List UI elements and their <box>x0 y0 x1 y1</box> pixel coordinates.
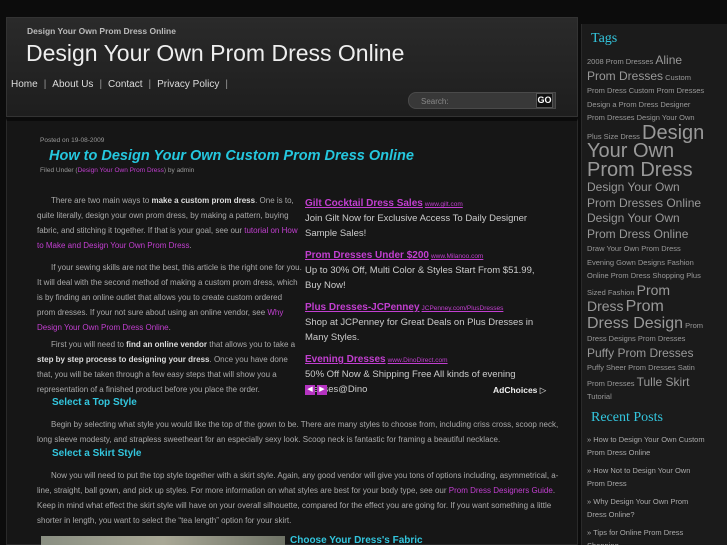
nav-separator: | <box>99 79 103 90</box>
filed-under-label: Filed Under ( <box>40 167 78 174</box>
search-go-button[interactable]: GO <box>536 93 553 108</box>
recent-posts-list: How to Design Your Own Custom Prom Dress… <box>587 433 707 545</box>
search-box <box>408 92 556 109</box>
tag-link[interactable]: Design Your Own Prom Dresses Online <box>587 180 701 210</box>
nav-separator: | <box>225 79 228 90</box>
ad-title[interactable]: Gilt Cocktail Dress Sales <box>305 198 423 209</box>
ad-pager: ◀ ▶ <box>305 385 327 395</box>
adchoices-link[interactable]: AdChoices ▷ <box>493 385 546 396</box>
ad-block: Gilt Cocktail Dress Sales www.gilt.com Jo… <box>305 193 545 401</box>
recent-posts-heading: Recent Posts <box>591 410 663 425</box>
nav-separator: | <box>148 79 152 90</box>
ad-title[interactable]: Plus Dresses-JCPenney <box>305 302 420 313</box>
site-tagline: Design Your Own Prom Dress Online <box>27 26 176 36</box>
tag-link[interactable]: Design Your Own Prom Dress Online <box>587 211 688 241</box>
ad-description: Shop at JCPenney for Great Deals on Plus… <box>305 317 534 343</box>
tag-link[interactable]: Custom Prom Dresses <box>629 86 704 95</box>
tag-link[interactable]: Prom Dresses <box>638 334 686 343</box>
tag-cloud: 2008 Prom Dresses Aline Prom Dresses Cus… <box>587 53 707 404</box>
tag-link[interactable]: Puffy Sheer Prom Dresses <box>587 363 676 372</box>
ad-url[interactable]: JCPenney.com/PlusDresses <box>422 305 504 312</box>
post-author: ) by admin <box>163 167 195 174</box>
ad-item[interactable]: Gilt Cocktail Dress Sales www.gilt.com Jo… <box>305 193 545 241</box>
recent-post-item: Tips for Online Prom Dress Shopping <box>587 526 707 545</box>
tag-link[interactable]: Puffy Prom Dresses <box>587 346 693 360</box>
main-nav: Home | About Us | Contact | Privacy Poli… <box>11 79 234 90</box>
section-heading-fabric: Choose Your Dress's Fabric <box>290 535 423 545</box>
recent-post-item: How to Design Your Own Custom Prom Dress… <box>587 433 707 459</box>
tags-heading: Tags <box>591 31 618 46</box>
nav-home[interactable]: Home <box>11 79 38 90</box>
main-content: Posted on 19-08-2009 How to Design Your … <box>6 118 578 545</box>
nav-privacy-policy[interactable]: Privacy Policy <box>157 79 219 90</box>
ad-title[interactable]: Prom Dresses Under $200 <box>305 250 429 261</box>
ad-url[interactable]: www.DinoDirect.com <box>388 357 448 364</box>
post-paragraph: If your sewing skills are not the best, … <box>37 263 302 332</box>
recent-post-link[interactable]: Tips for Online Prom Dress Shopping <box>587 528 683 545</box>
ad-prev-icon[interactable]: ◀ <box>305 385 315 395</box>
post-category-link[interactable]: Design Your Own Prom Dress <box>78 167 164 174</box>
recent-post-item: How Not to Design Your Own Prom Dress <box>587 464 707 490</box>
post-title[interactable]: How to Design Your Own Custom Prom Dress… <box>49 148 414 164</box>
tag-link[interactable]: Design Your Own Prom Dress <box>587 122 704 181</box>
ad-title[interactable]: Evening Dresses <box>305 354 386 365</box>
post-paragraph: There are two main ways to make a custom… <box>37 196 298 250</box>
nav-about-us[interactable]: About Us <box>52 79 93 90</box>
post-paragraph: Now you will need to put the top style t… <box>37 471 559 525</box>
tag-link[interactable]: Design a Prom Dress <box>587 100 658 109</box>
site-header: Design Your Own Prom Dress Online Design… <box>6 17 578 117</box>
post-paragraph: Begin by selecting what style you would … <box>37 420 559 444</box>
tag-link[interactable]: Draw Your Own Prom Dress <box>587 244 681 253</box>
recent-post-item: Why Design Your Own Prom Dress Online? <box>587 495 707 521</box>
ad-item[interactable]: Plus Dresses-JCPenney JCPenney.com/PlusDr… <box>305 297 545 345</box>
sidebar: Tags 2008 Prom Dresses Aline Prom Dresse… <box>581 24 727 545</box>
tag-link[interactable]: Tutorial <box>587 392 612 401</box>
section-heading-skirt-style: Select a Skirt Style <box>52 448 142 459</box>
search-input[interactable] <box>421 95 531 107</box>
post-image <box>41 536 285 545</box>
ad-description: Join Gilt Now for Exclusive Access To Da… <box>305 213 528 239</box>
designers-guide-link[interactable]: Prom Dress Designers Guide <box>449 486 553 495</box>
ad-description: Up to 30% Off, Multi Color & Styles Star… <box>305 265 535 291</box>
nav-separator: | <box>43 79 47 90</box>
tag-link[interactable]: Evening Gown Designs <box>587 258 665 267</box>
section-heading-top-style: Select a Top Style <box>52 397 137 408</box>
post-date: Posted on 19-08-2009 <box>40 137 105 144</box>
tag-link[interactable]: 2008 Prom Dresses <box>587 57 653 66</box>
recent-post-link[interactable]: Why Design Your Own Prom Dress Online? <box>587 497 688 519</box>
nav-contact[interactable]: Contact <box>108 79 142 90</box>
ad-item[interactable]: Prom Dresses Under $200 www.Milanoo.com U… <box>305 245 545 293</box>
ad-url[interactable]: www.Milanoo.com <box>431 253 483 260</box>
ad-next-icon[interactable]: ▶ <box>317 385 327 395</box>
recent-post-link[interactable]: How to Design Your Own Custom Prom Dress… <box>587 435 705 457</box>
post-paragraph: First you will need to find an online ve… <box>37 340 296 394</box>
site-title[interactable]: Design Your Own Prom Dress Online <box>26 40 404 67</box>
post-meta: Filed Under (Design Your Own Prom Dress)… <box>40 167 194 174</box>
recent-post-link[interactable]: How Not to Design Your Own Prom Dress <box>587 466 690 488</box>
ad-url[interactable]: www.gilt.com <box>425 201 463 208</box>
tag-link[interactable]: Tulle Skirt <box>637 375 690 389</box>
